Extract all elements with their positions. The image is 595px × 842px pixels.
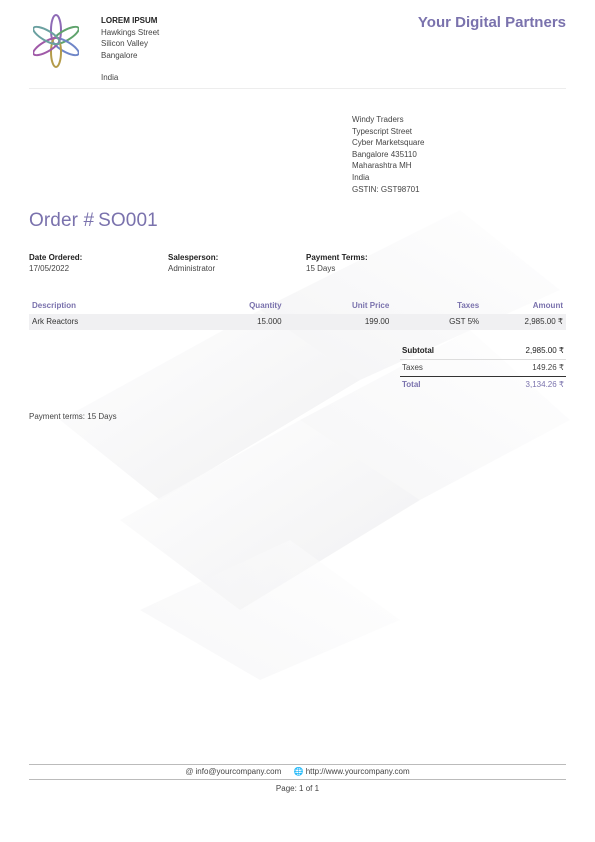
taxes-label: Taxes <box>402 363 423 372</box>
customer-line: India <box>352 172 370 182</box>
subtotal-label: Subtotal <box>402 346 434 355</box>
header-description: Description <box>32 301 77 310</box>
footer-email[interactable]: info@yourcompany.com <box>196 767 282 776</box>
company-name: LOREM IPSUM <box>101 16 158 25</box>
order-title: Order # SO001 <box>29 210 158 232</box>
page-number: Page: 1 of 1 <box>275 784 320 793</box>
company-address-line: Silicon Valley <box>101 39 148 49</box>
company-address: LOREM IPSUM Hawkings Street Silicon Vall… <box>101 15 159 84</box>
info-date: Date Ordered: 17/05/2022 <box>29 252 82 274</box>
salesperson-label: Salesperson: <box>168 253 219 262</box>
date-label: Date Ordered: <box>29 253 83 262</box>
header-divider <box>29 88 566 89</box>
cell-quantity: 15.000 <box>257 317 282 326</box>
terms-value: 15 Days <box>306 264 336 273</box>
totals-block: Subtotal 2,985.00 ₹ Taxes 149.26 ₹ Total… <box>400 343 566 393</box>
subtotal-row: Subtotal 2,985.00 ₹ <box>400 343 566 360</box>
total-row: Total 3,134.26 ₹ <box>400 377 566 393</box>
globe-icon: 🌐 <box>293 767 304 776</box>
company-address-line: Bangalore <box>101 50 138 60</box>
payment-terms-note: Payment terms: 15 Days <box>29 412 117 421</box>
header-taxes: Taxes <box>457 301 480 310</box>
info-salesperson: Salesperson: Administrator <box>168 252 218 274</box>
customer-line: Windy Traders <box>352 115 404 124</box>
order-lines-table: Description Quantity Unit Price Taxes Am… <box>29 298 566 330</box>
order-number: SO001 <box>98 210 158 231</box>
total-label: Total <box>402 380 421 389</box>
company-logo <box>33 14 79 68</box>
footer-website[interactable]: http://www.yourcompany.com <box>306 767 410 776</box>
date-value: 17/05/2022 <box>29 264 70 273</box>
subtotal-value: 2,985.00 ₹ <box>525 346 564 355</box>
footer-divider-top <box>29 764 566 765</box>
taxes-row: Taxes 149.26 ₹ <box>400 360 566 377</box>
at-icon: @ <box>185 767 194 776</box>
customer-line: Maharashtra MH <box>352 161 412 171</box>
customer-line: Cyber Marketsquare <box>352 138 425 148</box>
order-label: Order # <box>29 210 95 231</box>
taxes-value: 149.26 ₹ <box>532 363 564 372</box>
footer-divider-bottom <box>29 779 566 780</box>
cell-amount: 2,985.00 ₹ <box>524 317 563 326</box>
cell-taxes: GST 5% <box>449 317 480 326</box>
customer-line: Typescript Street <box>352 126 413 136</box>
table-header: Description Quantity Unit Price Taxes Am… <box>29 298 566 314</box>
customer-address: Windy Traders Typescript Street Cyber Ma… <box>352 114 424 195</box>
cell-unit-price: 199.00 <box>364 317 390 326</box>
header-amount: Amount <box>532 301 563 310</box>
total-value: 3,134.26 ₹ <box>525 380 564 389</box>
customer-gstin: GSTIN: GST98701 <box>352 184 420 194</box>
background-pattern <box>60 210 570 680</box>
table-row: Ark Reactors 15.000 199.00 GST 5% 2,985.… <box>29 314 566 330</box>
header-quantity: Quantity <box>249 301 282 310</box>
footer-contact: @ info@yourcompany.com 🌐 http://www.yourco… <box>29 767 566 776</box>
terms-label: Payment Terms: <box>306 253 368 262</box>
cell-description: Ark Reactors <box>32 317 79 326</box>
company-address-line: Hawkings Street <box>101 27 160 37</box>
header-unit-price: Unit Price <box>351 301 390 310</box>
customer-line: Bangalore 435110 <box>352 149 417 159</box>
company-country: India <box>101 73 119 83</box>
salesperson-value: Administrator <box>168 264 216 273</box>
company-tagline: Your Digital Partners <box>417 14 566 31</box>
info-payment-terms: Payment Terms: 15 Days <box>306 252 368 274</box>
